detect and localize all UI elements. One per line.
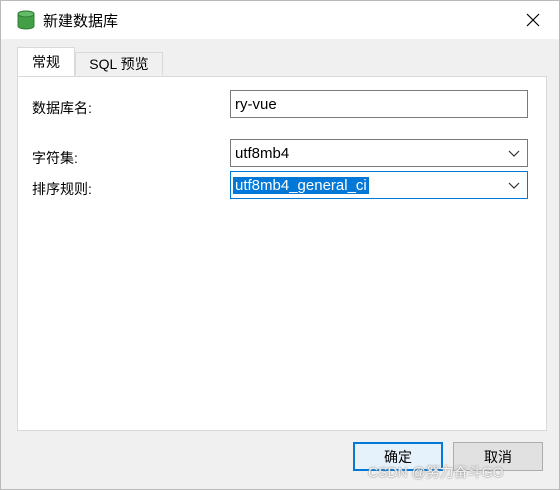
tab-sql-preview[interactable]: SQL 预览: [75, 52, 163, 75]
collation-value: utf8mb4_general_ci: [233, 176, 369, 194]
db-name-input[interactable]: ry-vue: [230, 90, 528, 118]
tab-general[interactable]: 常规: [17, 47, 75, 76]
title-bar: 新建数据库: [1, 1, 559, 39]
close-icon: [526, 13, 540, 27]
window-title: 新建数据库: [43, 13, 119, 30]
ok-button[interactable]: 确定: [353, 442, 443, 471]
general-panel: 数据库名: ry-vue 字符集: utf8mb4 排序规则: utf8mb4_…: [17, 76, 547, 431]
close-button[interactable]: [511, 3, 555, 37]
charset-select[interactable]: utf8mb4: [230, 139, 528, 167]
charset-label: 字符集:: [32, 150, 78, 166]
new-database-dialog: 新建数据库 常规 SQL 预览 数据库名: ry-vue 字符集: utf8mb…: [0, 0, 560, 490]
collation-select[interactable]: utf8mb4_general_ci: [230, 171, 528, 199]
db-name-value: ry-vue: [235, 95, 277, 113]
database-icon: [15, 9, 37, 31]
tab-bar: 常规 SQL 预览: [17, 47, 547, 76]
db-name-label: 数据库名:: [32, 100, 92, 116]
chevron-down-icon: [508, 182, 520, 189]
cancel-button[interactable]: 取消: [453, 442, 543, 471]
collation-label: 排序规则:: [32, 181, 92, 197]
chevron-down-icon: [508, 150, 520, 157]
charset-value: utf8mb4: [235, 144, 290, 162]
